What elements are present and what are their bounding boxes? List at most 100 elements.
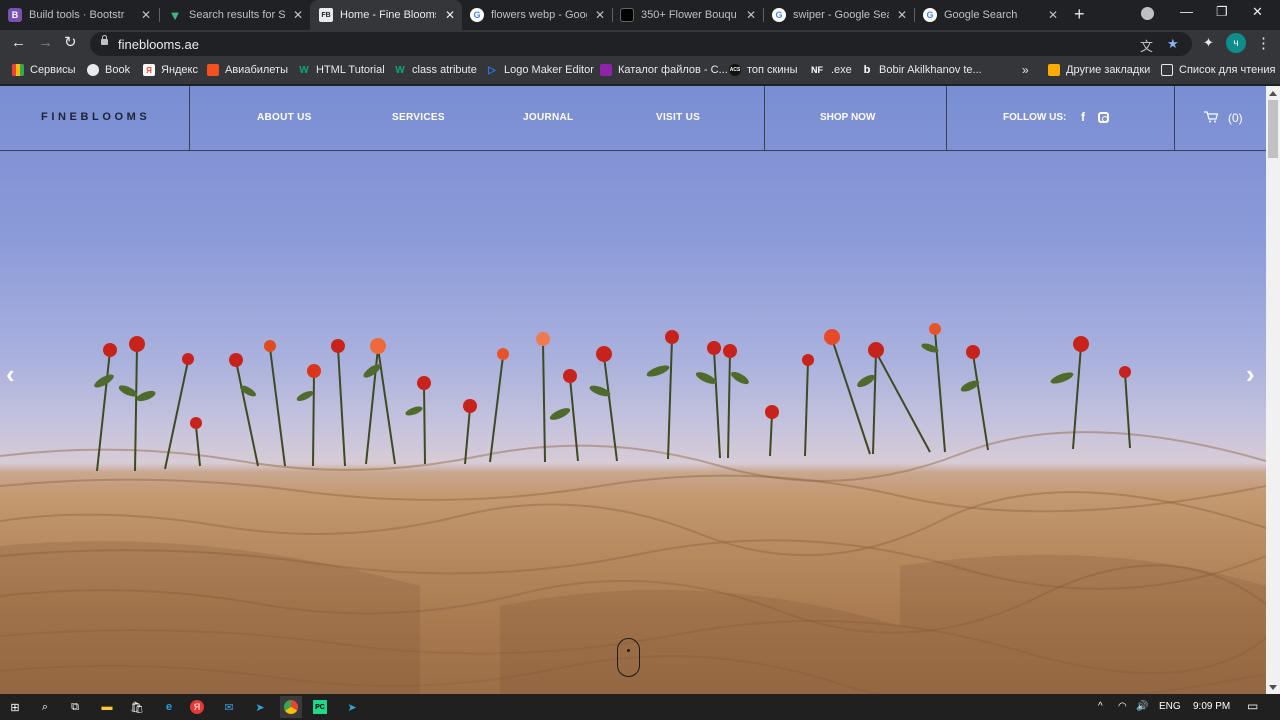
google-icon: G: [772, 8, 786, 22]
slider-next-button[interactable]: ›: [1246, 361, 1255, 387]
close-tab-icon[interactable]: ✕: [897, 8, 907, 22]
windows-start-icon[interactable]: ⊞: [6, 698, 24, 716]
bookmark-label: Авиабилеты: [225, 64, 289, 76]
bookmark-label: Яндекс: [161, 64, 198, 76]
windows-taskbar: ⊞ ⌕ ⧉ ▬ 🛍 e Я ✉ ➤ PC ➤ ^ ◠ 🔊 ENG 9:09 PM…: [0, 694, 1280, 720]
browser-toolbar: ← → ↻ fineblooms.ae 文 ★ ✦ ч ⋮: [0, 30, 1280, 58]
play-icon: ▷: [488, 64, 496, 76]
clock[interactable]: 9:09 PM: [1193, 701, 1230, 712]
tab-swiper[interactable]: G swiper - Google Search ✕: [764, 0, 914, 30]
facebook-icon[interactable]: f: [1081, 110, 1085, 124]
tab-title: flowers webp - Google: [491, 9, 587, 21]
instagram-icon[interactable]: [1098, 112, 1109, 123]
tab-google-search[interactable]: G Google Search ✕: [915, 0, 1065, 30]
profile-avatar[interactable]: ч: [1226, 33, 1246, 53]
tab-flower-bouquet[interactable]: 350+ Flower Bouquet ✕: [613, 0, 763, 30]
page-scrollbar[interactable]: [1266, 86, 1280, 694]
chrome-taskbar-icon[interactable]: [280, 696, 302, 718]
scroll-down-arrow[interactable]: [1269, 685, 1277, 690]
bookmark-item[interactable]: Book: [87, 64, 130, 76]
fineblooms-icon: FB: [319, 8, 333, 22]
reading-list[interactable]: Список для чтения: [1161, 64, 1275, 76]
bookmarks-bar: Сервисы Book Я Яндекс Авиабилеты W HTML Tu…: [0, 58, 1280, 85]
tab-flowers-webp[interactable]: G flowers webp - Google ✕: [462, 0, 612, 30]
bookmark-item[interactable]: Авиабилеты: [207, 64, 288, 76]
bookmark-item[interactable]: ▷ Logo Maker Editor: [486, 64, 594, 76]
more-bookmarks-button[interactable]: »: [1022, 63, 1029, 77]
extensions-icon[interactable]: ✦: [1203, 35, 1214, 51]
bookmark-item[interactable]: Сервисы: [12, 64, 76, 76]
tab-fine-blooms[interactable]: FB Home - Fine Blooms ✕: [310, 0, 462, 30]
scroll-up-arrow[interactable]: [1269, 91, 1277, 96]
volume-icon[interactable]: 🔊: [1136, 701, 1148, 712]
store-icon[interactable]: 🛍: [128, 698, 146, 716]
maximize-button[interactable]: ❐: [1216, 4, 1228, 20]
bookmark-label: Другие закладки: [1066, 64, 1151, 76]
folder-icon: [1048, 64, 1060, 76]
close-window-button[interactable]: ✕: [1252, 4, 1263, 20]
bookmark-item[interactable]: Wclass atribute: [394, 64, 477, 76]
nav-about-us[interactable]: ABOUT US: [257, 112, 312, 123]
nav-services[interactable]: SERVICES: [392, 112, 445, 123]
menu-icon[interactable]: ⋮: [1256, 34, 1271, 52]
back-icon[interactable]: ←: [11, 35, 26, 51]
translate-icon[interactable]: 文: [1140, 36, 1153, 55]
bookmark-label: Bobir Akilkhanov te...: [879, 64, 982, 76]
tab-build-tools[interactable]: B Build tools · Bootstrap ✕: [8, 0, 158, 30]
pycharm-icon[interactable]: PC: [313, 700, 327, 714]
mail-icon[interactable]: ✉: [220, 698, 238, 716]
close-tab-icon[interactable]: ✕: [746, 8, 756, 22]
bookmark-star-icon[interactable]: ★: [1167, 36, 1179, 52]
w3schools-icon: W: [299, 64, 309, 76]
bookmark-item[interactable]: Я Яндекс: [143, 64, 198, 76]
edge-icon[interactable]: e: [160, 698, 178, 716]
cart-count[interactable]: (0): [1228, 111, 1243, 125]
minimize-button[interactable]: —: [1180, 4, 1193, 19]
unsplash-icon: [620, 8, 634, 22]
search-icon[interactable]: ⌕: [36, 698, 54, 716]
tray-expand-icon[interactable]: ^: [1098, 701, 1103, 712]
tab-title: Google Search: [944, 9, 1018, 21]
forward-icon[interactable]: →: [38, 35, 53, 51]
slider-prev-button[interactable]: ‹: [6, 361, 15, 387]
task-view-icon[interactable]: ⧉: [66, 698, 84, 716]
browser-tab-strip: B Build tools · Bootstrap ✕ ▼ Search res…: [0, 0, 1280, 30]
lock-icon: [101, 35, 108, 45]
cart-icon[interactable]: [1204, 111, 1218, 123]
telegram-icon[interactable]: ➤: [251, 698, 269, 716]
bookmark-item[interactable]: Каталог файлов - С...: [600, 64, 728, 76]
scroll-down-icon[interactable]: [617, 638, 640, 677]
bookmark-item[interactable]: NF .exe: [809, 64, 852, 76]
nav-journal[interactable]: JOURNAL: [523, 112, 573, 123]
telegram-icon[interactable]: ➤: [343, 698, 361, 716]
bookmark-item[interactable]: b Bobir Akilkhanov te...: [861, 64, 982, 76]
language-indicator[interactable]: ENG: [1159, 701, 1181, 712]
notifications-icon[interactable]: ▭: [1247, 699, 1258, 713]
bookmark-label: HTML Tutorial: [316, 64, 385, 76]
other-bookmarks[interactable]: Другие закладки: [1048, 64, 1150, 76]
new-tab-button[interactable]: +: [1074, 5, 1085, 23]
google-icon: G: [470, 8, 484, 22]
bookmark-item[interactable]: ACS топ скины: [729, 64, 797, 76]
site-logo[interactable]: FINEBLOOMS: [41, 111, 150, 123]
file-explorer-icon[interactable]: ▬: [98, 698, 116, 716]
tab-search-icon[interactable]: [1141, 7, 1154, 20]
image-icon: [600, 64, 612, 76]
close-tab-icon[interactable]: ✕: [141, 8, 151, 22]
url-text: fineblooms.ae: [118, 37, 199, 52]
yandex-browser-icon[interactable]: Я: [190, 700, 204, 714]
address-bar[interactable]: fineblooms.ae 文 ★: [90, 32, 1192, 56]
tab-search-results[interactable]: ▼ Search results for Ship ✕: [160, 0, 310, 30]
scrollbar-thumb[interactable]: [1268, 100, 1278, 158]
reload-icon[interactable]: ↻: [64, 35, 77, 51]
nav-visit-us[interactable]: VISIT US: [656, 112, 700, 123]
plane-icon: [207, 64, 219, 76]
bookmark-item[interactable]: W HTML Tutorial: [298, 64, 385, 76]
close-tab-icon[interactable]: ✕: [1048, 8, 1058, 22]
close-tab-icon[interactable]: ✕: [595, 8, 605, 22]
globe-icon: [87, 64, 99, 76]
roses-image: [94, 323, 1131, 472]
wifi-icon[interactable]: ◠: [1118, 701, 1127, 712]
close-tab-icon[interactable]: ✕: [445, 8, 455, 22]
close-tab-icon[interactable]: ✕: [293, 8, 303, 22]
